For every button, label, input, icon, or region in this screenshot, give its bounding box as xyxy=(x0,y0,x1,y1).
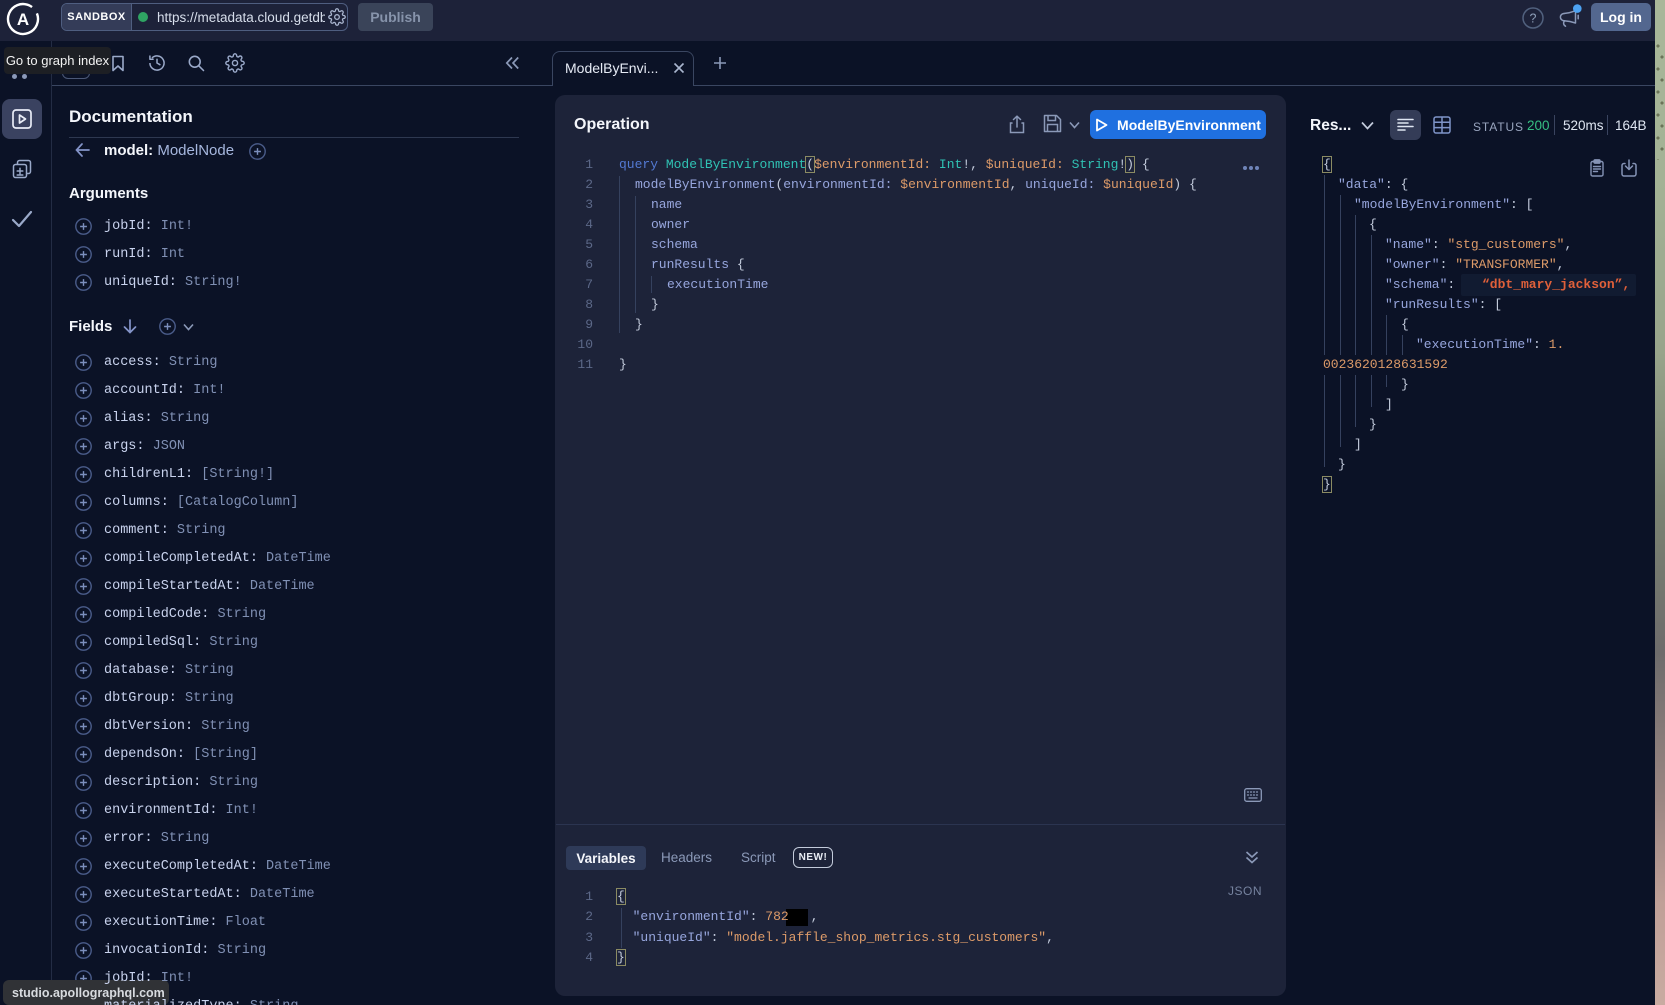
svg-text:?: ? xyxy=(1530,12,1537,26)
svg-text:A: A xyxy=(17,10,29,29)
